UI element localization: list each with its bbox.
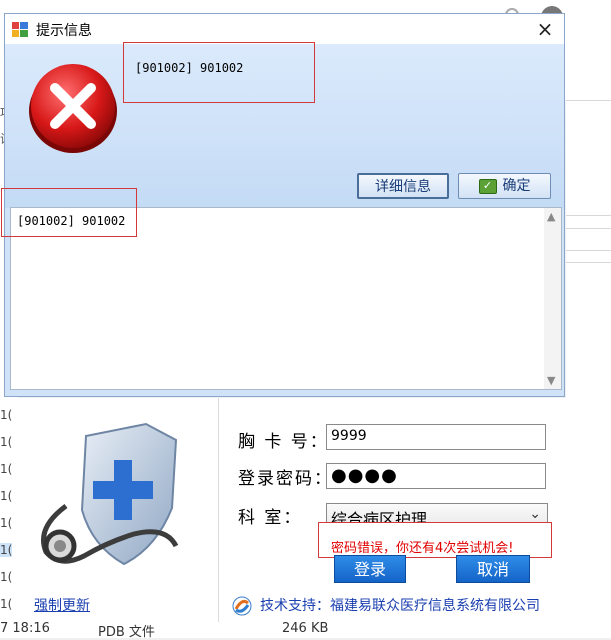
divider [566,100,611,101]
background-list-row: 1( [0,597,13,611]
password-label: 登录密码： [238,469,333,489]
force-update-link[interactable]: 强制更新 [34,595,90,615]
divider [566,228,611,229]
error-message: 密码错误，你还有4次尝试机会! [318,522,552,558]
vertical-scrollbar[interactable]: ▲ ▼ [544,208,561,389]
password-input[interactable]: ●●●● [326,463,546,489]
ok-button-label: 确定 [502,178,531,194]
support-text: 技术支持：福建易联众医疗信息系统有限公司 [260,598,540,614]
medical-shield-stethoscope-icon [41,422,179,566]
department-label: 科 室： [238,508,303,528]
highlight-box [1,188,137,237]
login-logo-panel: 强制更新 [18,398,219,622]
card-number-label: 胸 卡 号： [238,432,329,452]
file-type: PDB 文件 [98,625,155,640]
background-list-row: 1( [0,570,13,584]
background-list-row: 1( [0,435,13,449]
dialog-titlebar[interactable]: 提示信息 × [5,14,564,44]
background-list-row: 1( [0,408,13,422]
highlight-box [123,42,315,103]
divider [566,250,611,251]
login-button[interactable]: 登录 [334,555,406,583]
chevron-down-icon[interactable]: ⌄ [529,506,541,522]
ok-button[interactable]: ✓ 确定 [458,173,551,199]
cancel-button[interactable]: 取消 [456,555,530,583]
file-size: 246 KB [282,621,329,636]
close-icon[interactable]: × [530,16,560,42]
app-window-icon [12,22,28,37]
scroll-up-icon[interactable]: ▲ [547,210,555,223]
check-icon: ✓ [478,178,497,194]
file-time: 7 18:16 [0,621,50,636]
error-icon [29,64,117,153]
support-logo-icon [232,596,252,616]
background-list-row: 1( [0,516,13,530]
details-button[interactable]: 详细信息 [357,173,449,199]
divider [566,215,611,216]
divider [566,262,611,263]
background-list-row: 1( [0,489,13,503]
scroll-down-icon[interactable]: ▼ [547,374,555,387]
background-right-panel [566,0,611,638]
dialog-title: 提示信息 [36,23,92,39]
background-list-row: 1( [0,543,13,557]
card-number-input[interactable]: 9999 [326,424,546,450]
background-list-row: 1( [0,462,13,476]
message-dialog: 提示信息 × [901002] 901002 详细信息 ✓ 确定 [901002]… [1,13,565,397]
login-window: 强制更新 胸 卡 号： 9999 登录密码： ●●●● 科 室： 综合病区护理 … [18,398,566,622]
